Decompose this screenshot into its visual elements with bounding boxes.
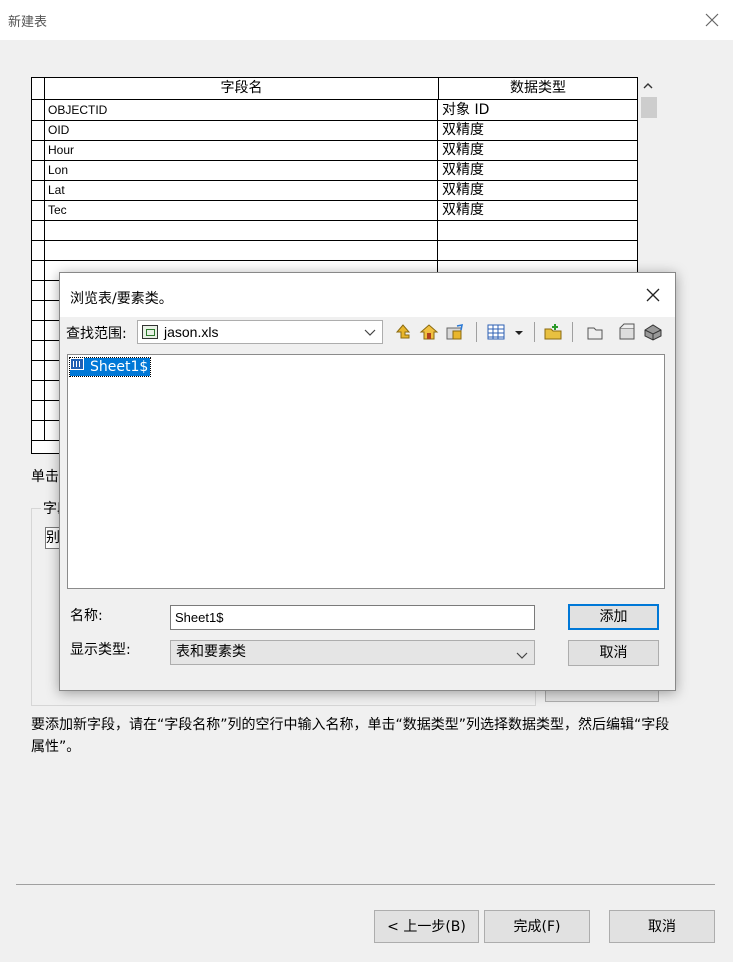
hint-text: 单击 — [31, 469, 59, 485]
file-list[interactable]: Sheet1$ — [67, 354, 665, 589]
data-type-cell[interactable]: 双精度 — [439, 140, 637, 160]
dialog-cancel-button[interactable]: 取消 — [568, 640, 659, 666]
properties-icon[interactable] — [643, 322, 663, 342]
scroll-up-icon[interactable] — [638, 80, 658, 94]
workbook-icon — [142, 325, 158, 339]
separator — [16, 884, 715, 885]
toolbox-icon[interactable] — [617, 322, 637, 342]
back-button[interactable]: < 上一步(B) — [374, 910, 479, 943]
name-input[interactable]: Sheet1$ — [170, 605, 535, 630]
table-icon — [70, 358, 84, 370]
up-one-level-icon[interactable] — [393, 322, 413, 342]
look-in-value: jason.xls — [164, 324, 219, 340]
home-icon[interactable] — [419, 322, 439, 342]
finish-button[interactable]: 完成(F) — [484, 910, 590, 943]
row-selector[interactable] — [32, 160, 45, 180]
data-type-cell[interactable] — [439, 220, 637, 240]
display-type-value: 表和要素类 — [176, 644, 246, 660]
data-type-cell[interactable] — [439, 240, 637, 260]
data-type-cell[interactable]: 双精度 — [439, 180, 637, 200]
toolbar-separator — [476, 322, 477, 342]
table-row[interactable]: Tec 双精度 — [32, 200, 637, 221]
window-title: 新建表 — [8, 15, 48, 30]
field-name-cell[interactable]: Lon — [45, 160, 438, 180]
table-row[interactable]: OBJECTID 对象 ID — [32, 100, 637, 121]
field-name-cell[interactable] — [45, 220, 438, 240]
name-label: 名称: — [70, 608, 103, 624]
field-name-cell[interactable]: OID — [45, 120, 438, 140]
row-selector[interactable] — [32, 100, 45, 120]
header-corner — [32, 78, 45, 99]
table-row[interactable]: OID 双精度 — [32, 120, 637, 141]
browse-dialog: 浏览表/要素类。 查找范围: jason.xls Sheet1$ 名称: She… — [59, 272, 676, 691]
display-type-dropdown[interactable]: 表和要素类 — [170, 640, 535, 665]
connect-folder-icon[interactable] — [445, 322, 465, 342]
table-row[interactable] — [32, 220, 637, 241]
cancel-button[interactable]: 取消 — [609, 910, 715, 943]
row-selector[interactable] — [32, 180, 45, 200]
row-selector[interactable] — [32, 280, 45, 300]
grid-header: 字段名 数据类型 — [32, 78, 637, 100]
data-type-cell[interactable]: 双精度 — [439, 120, 637, 140]
field-name-cell[interactable]: Hour — [45, 140, 438, 160]
table-row[interactable]: Lon 双精度 — [32, 160, 637, 181]
look-in-label: 查找范围: — [66, 326, 127, 342]
data-type-cell[interactable]: 对象 ID — [439, 100, 637, 120]
field-name-cell[interactable]: Tec — [45, 200, 438, 220]
table-row[interactable] — [32, 240, 637, 261]
title-bar: 新建表 — [0, 0, 733, 40]
catalog-icon[interactable] — [585, 322, 605, 342]
data-type-cell[interactable]: 双精度 — [439, 200, 637, 220]
column-header-data-type[interactable]: 数据类型 — [439, 78, 637, 99]
row-selector[interactable] — [32, 140, 45, 160]
row-selector[interactable] — [32, 200, 45, 220]
row-selector[interactable] — [32, 220, 45, 240]
row-selector[interactable] — [32, 420, 45, 440]
dialog-title-bar: 浏览表/要素类。 — [60, 273, 675, 317]
toolbar-separator — [572, 322, 573, 342]
add-button[interactable]: 添加 — [568, 604, 659, 630]
instructions-text: 要添加新字段，请在“字段名称”列的空行中输入名称，单击“数据类型”列选择数据类型… — [31, 717, 670, 755]
dialog-title: 浏览表/要素类。 — [70, 291, 173, 307]
toolbar-separator — [534, 322, 535, 342]
chevron-down-icon — [364, 326, 376, 338]
row-selector[interactable] — [32, 360, 45, 380]
close-icon[interactable] — [642, 284, 664, 306]
field-name-cell[interactable] — [45, 240, 438, 260]
look-in-dropdown[interactable]: jason.xls — [137, 320, 383, 344]
field-name-cell[interactable]: Lat — [45, 180, 438, 200]
view-dropdown-icon[interactable] — [512, 322, 526, 342]
column-header-field-name[interactable]: 字段名 — [45, 78, 439, 99]
row-selector[interactable] — [32, 340, 45, 360]
row-selector[interactable] — [32, 240, 45, 260]
row-selector[interactable] — [32, 300, 45, 320]
scroll-thumb[interactable] — [641, 97, 657, 118]
row-selector[interactable] — [32, 320, 45, 340]
chevron-down-icon — [516, 646, 528, 659]
row-selector[interactable] — [32, 380, 45, 400]
row-selector[interactable] — [32, 400, 45, 420]
row-selector[interactable] — [32, 120, 45, 140]
field-name-cell[interactable]: OBJECTID — [45, 100, 438, 120]
view-list-icon[interactable] — [486, 322, 506, 342]
list-item-label: Sheet1$ — [90, 359, 149, 375]
close-icon[interactable] — [698, 6, 726, 34]
new-item-icon[interactable] — [543, 322, 563, 342]
display-type-label: 显示类型: — [70, 642, 131, 658]
table-row[interactable]: Lat 双精度 — [32, 180, 637, 201]
row-selector[interactable] — [32, 260, 45, 280]
data-type-cell[interactable]: 双精度 — [439, 160, 637, 180]
table-row[interactable]: Hour 双精度 — [32, 140, 637, 161]
